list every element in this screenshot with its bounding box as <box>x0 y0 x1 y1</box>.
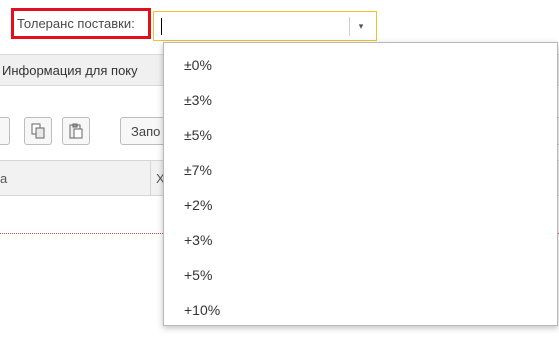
copy-button[interactable] <box>24 117 52 145</box>
column-divider <box>150 161 151 195</box>
tab-buyer-info[interactable]: Информация для поку <box>0 55 140 85</box>
save-button-label: Запо <box>131 123 161 139</box>
paste-button[interactable] <box>62 117 90 145</box>
tolerance-input[interactable]: ▾ <box>153 11 377 41</box>
tolerance-label: Толеранс поставки: <box>11 8 151 39</box>
dropdown-option[interactable]: +10% <box>164 292 557 327</box>
dropdown-option[interactable]: +2% <box>164 187 557 222</box>
dropdown-option[interactable]: +3% <box>164 222 557 257</box>
dropdown-divider <box>349 17 350 36</box>
tab-buyer-info-label: Информация для поку <box>2 62 138 78</box>
column-header-1-label: а <box>0 170 8 186</box>
toolbar-button-partial[interactable] <box>0 117 10 145</box>
column-header-1[interactable]: а <box>0 161 7 195</box>
dropdown-option[interactable]: ±0% <box>164 47 557 82</box>
copy-icon <box>31 123 45 139</box>
tolerance-dropdown-list: ±0% ±3% ±5% ±7% +2% +3% +5% +10% <box>163 42 558 326</box>
text-caret <box>161 18 162 35</box>
dropdown-option[interactable]: ±7% <box>164 152 557 187</box>
dropdown-option[interactable]: ±3% <box>164 82 557 117</box>
dropdown-option[interactable]: +5% <box>164 257 557 292</box>
chevron-down-icon[interactable]: ▾ <box>354 18 368 34</box>
paste-icon <box>69 123 83 139</box>
dropdown-option[interactable]: ±5% <box>164 117 557 152</box>
tolerance-label-text: Толеранс поставки: <box>17 16 135 31</box>
